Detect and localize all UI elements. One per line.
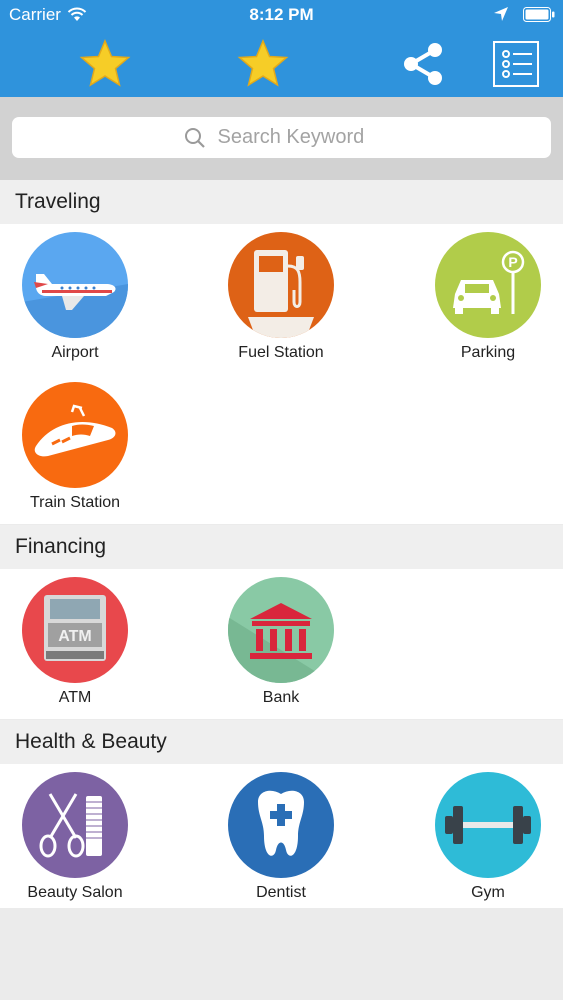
category-bank[interactable]: Bank xyxy=(206,569,356,709)
search-input[interactable] xyxy=(215,125,380,150)
search-field[interactable] xyxy=(12,117,551,158)
fuel-pump-icon xyxy=(228,232,334,338)
app-header: Carrier 8:12 PM xyxy=(0,0,563,97)
category-beauty-salon[interactable]: Beauty Salon xyxy=(0,764,150,904)
status-bar: Carrier 8:12 PM xyxy=(0,0,563,32)
tooth-icon xyxy=(228,772,334,878)
search-icon xyxy=(184,127,205,148)
bank-icon xyxy=(228,577,334,683)
category-atm[interactable]: ATM ATM xyxy=(0,569,150,709)
status-right xyxy=(493,6,555,22)
category-dentist[interactable]: Dentist xyxy=(206,764,356,904)
parking-car-icon: P xyxy=(435,232,541,338)
category-label: Gym xyxy=(471,884,505,901)
location-arrow-icon xyxy=(494,7,508,21)
section-traveling: Airport Fuel Station P Parking Train Sta… xyxy=(0,224,563,524)
dumbbell-icon xyxy=(435,772,541,878)
list-icon xyxy=(493,41,539,87)
train-icon xyxy=(22,382,128,488)
airplane-icon xyxy=(22,232,128,338)
favorites-button[interactable] xyxy=(77,36,133,92)
star-icon xyxy=(79,39,131,87)
category-label: Parking xyxy=(460,344,516,361)
category-label: Beauty Salon xyxy=(27,884,123,901)
list-button[interactable] xyxy=(488,36,544,92)
category-fuel-station[interactable]: Fuel Station xyxy=(206,224,356,364)
section-title: Traveling xyxy=(15,190,101,213)
empty-area xyxy=(0,908,563,1000)
category-label: Train Station xyxy=(29,494,121,511)
section-header-financing: Financing xyxy=(0,525,563,569)
section-header-traveling: Traveling xyxy=(0,180,563,224)
share-button[interactable] xyxy=(395,36,451,92)
category-gym[interactable]: Gym xyxy=(413,764,563,904)
category-label: ATM xyxy=(58,689,92,706)
category-label: Bank xyxy=(262,689,300,706)
category-train-station[interactable]: Train Station xyxy=(0,374,150,514)
section-header-health-beauty: Health & Beauty xyxy=(0,720,563,764)
category-label: Airport xyxy=(51,344,99,361)
category-label: Fuel Station xyxy=(238,344,324,361)
rate-button[interactable] xyxy=(235,36,291,92)
section-title: Health & Beauty xyxy=(15,730,167,753)
parking-sign-text: P xyxy=(508,254,517,270)
category-label: Dentist xyxy=(256,884,306,901)
search-bar-container xyxy=(0,97,563,180)
star-icon xyxy=(237,39,289,87)
battery-icon xyxy=(523,6,555,22)
atm-icon: ATM xyxy=(22,577,128,683)
category-parking[interactable]: P Parking xyxy=(413,224,563,364)
category-airport[interactable]: Airport xyxy=(0,224,150,364)
status-time: 8:12 PM xyxy=(249,5,314,24)
share-icon xyxy=(404,43,442,85)
atm-text: ATM xyxy=(58,628,91,645)
section-health-beauty: Beauty Salon Dentist Gym xyxy=(0,764,563,908)
section-title: Financing xyxy=(15,535,107,558)
section-financing: ATM ATM Bank xyxy=(0,569,563,719)
scissors-comb-icon xyxy=(22,772,128,878)
